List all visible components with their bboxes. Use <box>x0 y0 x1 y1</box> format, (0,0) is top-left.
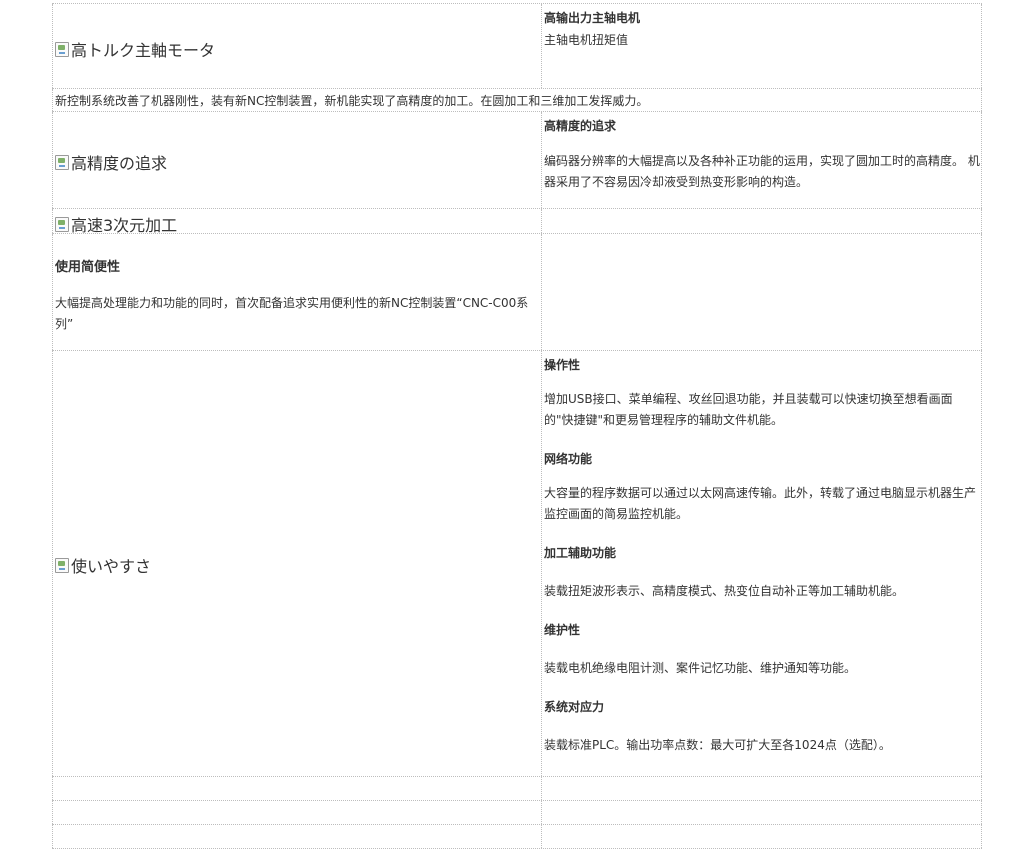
broken-image-icon <box>55 41 69 57</box>
text-cell: 高输出力主轴电机 主轴电机扭矩值 <box>542 4 982 88</box>
table-row: 高速3次元加工 <box>52 208 982 235</box>
image-cell: 高トルク主軸モータ <box>52 4 542 88</box>
section-text-line: 大容量的程序数据可以通过以太网高速传输。此外，转载了通过电脑显示机器生产 <box>544 486 977 500</box>
section-title: 网络功能 <box>544 452 593 466</box>
image-alt-text: 使いやすさ <box>71 557 152 576</box>
section-text-line: 装载标准PLC。输出功率点数：最大可扩大至各1024点（选配）。 <box>544 738 891 752</box>
section-text-line: 装载扭矩波形表示、高精度模式、热变位自动补正等加工辅助机能。 <box>544 584 905 598</box>
broken-image: 使いやすさ <box>55 553 151 577</box>
table-row: 使用简便性 大幅提高处理能力和功能的同时，首次配备追求实用便利性的新NC控制装置… <box>52 233 982 350</box>
table-row: 使いやすさ 操作性 增加USB接口、菜单编程、攻丝回退功能，并且装载可以快速切换… <box>52 350 982 776</box>
section-text-line: 大幅提高处理能力和功能的同时，首次配备追求实用便利性的新NC控制装置“CNC-C… <box>55 296 529 310</box>
section-title: 操作性 <box>544 358 581 372</box>
empty-cell <box>52 825 542 848</box>
image-alt-text: 高精度の追求 <box>71 154 168 173</box>
image-cell: 使いやすさ <box>52 351 542 776</box>
section-text-line: 的"快捷键"和更易管理程序的辅助文件机能。 <box>544 413 784 427</box>
empty-cell <box>542 209 982 233</box>
empty-cell <box>542 801 982 824</box>
broken-image: 高精度の追求 <box>55 150 167 174</box>
image-cell: 高速3次元加工 <box>52 209 542 235</box>
features-cell: 操作性 增加USB接口、菜单编程、攻丝回退功能，并且装载可以快速切换至想看画面 … <box>542 351 982 776</box>
section-title: 高精度的追求 <box>544 119 617 133</box>
table-row: 高精度の追求 高精度的追求 编码器分辨率的大幅提高以及各种补正功能的运用，实现了… <box>52 111 982 208</box>
table-row <box>52 776 982 800</box>
empty-cell <box>52 801 542 824</box>
broken-image-icon <box>55 557 69 573</box>
table-row <box>52 800 982 824</box>
section-text: 新控制系统改善了机器刚性，装有新NC控制装置，新机能实现了高精度的加工。在圆加工… <box>55 94 649 108</box>
empty-cell <box>52 777 542 800</box>
section-title: 加工辅助功能 <box>544 546 617 560</box>
text-cell: 新控制系统改善了机器刚性，装有新NC控制装置，新机能实现了高精度的加工。在圆加工… <box>52 89 982 111</box>
empty-cell <box>542 234 982 350</box>
image-alt-text: 高トルク主軸モータ <box>71 41 216 60</box>
section-title: 高输出力主轴电机 <box>544 11 641 25</box>
empty-cell <box>542 777 982 800</box>
section-text-line: 编码器分辨率的大幅提高以及各种补正功能的运用，实现了圆加工时的高精度。 机 <box>544 154 980 168</box>
broken-image-icon <box>55 154 69 170</box>
broken-image-icon <box>55 216 69 232</box>
section-text-line: 列” <box>55 317 74 331</box>
table-row: 新控制系统改善了机器刚性，装有新NC控制装置，新机能实现了高精度的加工。在圆加工… <box>52 88 982 111</box>
section-text-line: 增加USB接口、菜单编程、攻丝回退功能，并且装载可以快速切换至想看画面 <box>544 392 953 406</box>
section-title: 使用简便性 <box>55 260 121 275</box>
section-title: 维护性 <box>544 623 581 637</box>
broken-image: 高トルク主軸モータ <box>55 37 215 61</box>
section-text-line: 监控画面的简易监控机能。 <box>544 507 689 521</box>
text-cell: 使用简便性 大幅提高处理能力和功能的同时，首次配备追求实用便利性的新NC控制装置… <box>52 234 542 350</box>
table-bottom-border <box>52 848 982 849</box>
section-text-line: 装载电机绝缘电阻计测、案件记忆功能、维护通知等功能。 <box>544 661 857 675</box>
image-cell: 高精度の追求 <box>52 112 542 208</box>
section-text-line: 器采用了不容易因冷却液受到热变形影响的构造。 <box>544 175 809 189</box>
section-title: 系统对应力 <box>544 700 605 714</box>
table-row <box>52 824 982 848</box>
section-text: 主轴电机扭矩值 <box>544 33 629 47</box>
empty-cell <box>542 825 982 848</box>
text-cell: 高精度的追求 编码器分辨率的大幅提高以及各种补正功能的运用，实现了圆加工时的高精… <box>542 112 982 208</box>
table-row: 高トルク主軸モータ 高输出力主轴电机 主轴电机扭矩值 <box>52 3 982 88</box>
